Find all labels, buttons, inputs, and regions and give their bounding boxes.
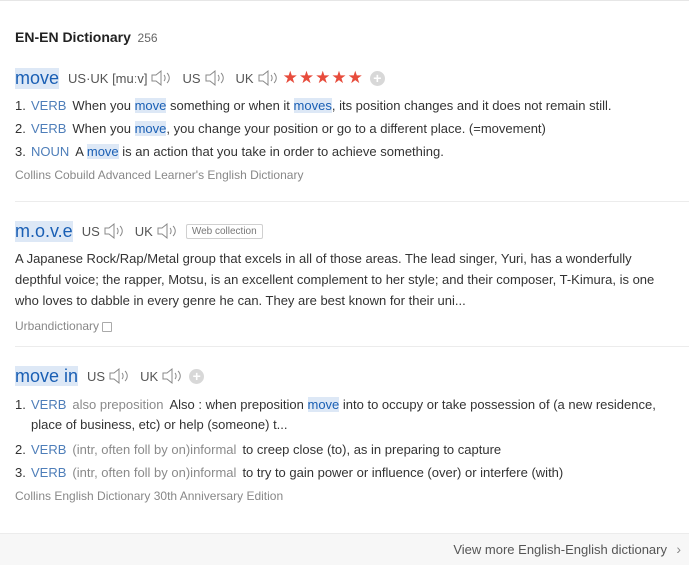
entry-move: move US·UK [muːv] US UK ★★★★★ + 1. VERB … — [15, 67, 680, 182]
result-count: 256 — [137, 31, 158, 45]
definition-number: 2. — [15, 442, 26, 457]
keyword-highlight: move — [134, 121, 167, 136]
headword[interactable]: move — [15, 67, 60, 89]
entry-move-in: move in US UK + 1. VERB also preposition A… — [15, 365, 680, 503]
chevron-right-icon[interactable]: › — [676, 541, 681, 557]
rating-stars: ★★★★★ — [282, 68, 364, 87]
pronunciation-uk: UK — [140, 367, 183, 385]
grammar-note: (intr, often foll by on)informal — [72, 465, 237, 480]
speaker-icon[interactable] — [257, 69, 279, 87]
pronunciation-uk: UK — [135, 222, 178, 240]
keyword-highlight: move — [134, 98, 167, 113]
source-label: Collins Cobuild Advanced Learner's Engli… — [15, 168, 304, 182]
uk-label: UK — [235, 70, 254, 86]
definition-item: 3. NOUN A move is an action that you tak… — [15, 143, 680, 160]
definition-item: 2. VERB When you move, you change your p… — [15, 120, 680, 137]
definition-text: When you move something or when it moves… — [72, 97, 680, 114]
pronunciation-uk: UK — [236, 69, 279, 87]
entry-m-o-v-e: m.o.v.e US UK Web collection A Japanese … — [15, 220, 680, 333]
part-of-speech: VERB — [31, 465, 67, 480]
text-segment: , you change your position or go to a di… — [166, 121, 546, 136]
web-collection-tag: Web collection — [185, 223, 263, 239]
text-segment: Also : when preposition — [169, 397, 308, 412]
part-of-speech: NOUN — [31, 144, 70, 159]
us-label: US — [87, 368, 106, 384]
uk-label: UK — [134, 223, 153, 239]
headword[interactable]: move in — [15, 365, 79, 387]
pronunciation-us: US — [82, 222, 125, 240]
grammar-note: also preposition — [72, 397, 164, 412]
definition-list: 1. VERB When you move something or when … — [15, 97, 680, 160]
definition-paragraph: A Japanese Rock/Rap/Metal group that exc… — [15, 251, 655, 308]
pronunciation-us: US — [182, 69, 225, 87]
footer-bar: View more English-English dictionary › — [0, 533, 689, 565]
speaker-icon[interactable] — [204, 69, 226, 87]
text-segment: When you — [72, 121, 135, 136]
keyword-highlight: move — [307, 397, 340, 412]
uk-label: UK — [140, 368, 159, 384]
speaker-icon[interactable] — [108, 367, 130, 385]
pronunciation-us: US — [87, 367, 130, 385]
add-wordbook-icon[interactable]: + — [369, 70, 385, 86]
grammar-note: (intr, often foll by on)informal — [72, 442, 237, 457]
text-segment: is an action that you take in order to a… — [118, 144, 444, 159]
part-of-speech: VERB — [31, 442, 67, 457]
us-label: US — [81, 223, 100, 239]
speaker-icon[interactable] — [103, 222, 125, 240]
external-link-icon[interactable] — [102, 321, 113, 332]
definition-number: 3. — [15, 144, 26, 159]
part-of-speech: VERB — [31, 121, 67, 136]
source-label: Collins English Dictionary 30th Annivers… — [15, 489, 284, 503]
keyword-highlight: moves — [293, 98, 332, 113]
keyword-highlight: move — [86, 144, 119, 159]
text-segment: A — [75, 144, 87, 159]
speaker-icon[interactable] — [150, 69, 172, 87]
section-title: EN-EN Dictionary — [15, 29, 131, 45]
source-text: Urbandictionary — [15, 319, 100, 333]
part-of-speech: VERB — [31, 397, 67, 412]
definition-number: 1. — [15, 397, 26, 412]
definition-item: 3. VERB (intr, often foll by on)informal… — [15, 464, 680, 481]
definition-number: 3. — [15, 465, 26, 480]
us-label: US — [182, 70, 201, 86]
headword-text: move in — [15, 365, 79, 386]
definition-item: 1. VERB also preposition Also : when prepo… — [15, 395, 680, 435]
top-border — [0, 0, 689, 1]
definition-text: to creep close (to), as in preparing to … — [242, 442, 502, 457]
text-segment: , its position changes and it does not r… — [331, 98, 612, 113]
definition-item: 2. VERB (intr, often foll by on)informal… — [15, 441, 680, 458]
speaker-icon[interactable] — [161, 367, 183, 385]
add-wordbook-icon[interactable]: + — [189, 368, 205, 384]
definition-text: A move is an action that you take in ord… — [75, 143, 680, 160]
pronunciation-us-uk: US·UK [muːv] — [68, 69, 172, 87]
view-more-link[interactable]: View more English-English dictionary — [453, 542, 667, 557]
part-of-speech: VERB — [31, 98, 67, 113]
definition-number: 2. — [15, 121, 26, 136]
definition-text: When you move, you change your position … — [72, 120, 680, 137]
divider — [15, 201, 689, 202]
headword[interactable]: m.o.v.e — [15, 220, 73, 242]
definition-list: 1. VERB also preposition Also : when prepo… — [15, 395, 680, 481]
speaker-icon[interactable] — [156, 222, 178, 240]
definition-number: 1. — [15, 98, 26, 113]
source-label: Urbandictionary — [15, 319, 680, 333]
pronunciation-text: US·UK [muːv] — [68, 70, 148, 86]
dictionary-header: EN-EN Dictionary 256 — [15, 29, 158, 45]
text-segment: When you — [72, 98, 135, 113]
text-segment: something or when it — [166, 98, 294, 113]
definition-text: to try to gain power or influence (over)… — [242, 465, 564, 480]
definition-text: VERB also preposition Also : when preposit… — [31, 395, 680, 435]
definition-item: 1. VERB When you move something or when … — [15, 97, 680, 114]
divider — [15, 346, 689, 347]
